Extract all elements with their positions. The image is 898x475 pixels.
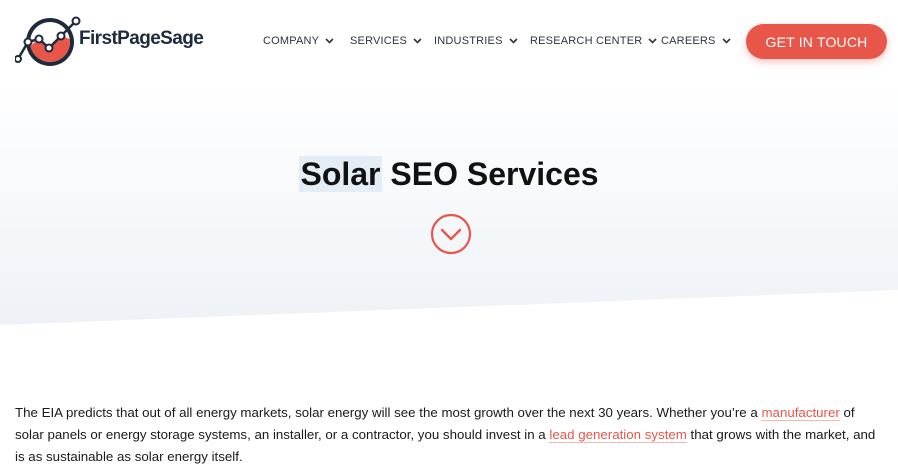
nav-item-label: RESEARCH CENTER: [530, 35, 643, 47]
chevron-circle-down-icon[interactable]: [430, 213, 472, 255]
chevron-down-icon: [325, 38, 334, 44]
site-header: FirstPageSage COMPANY SERVICES INDUSTRIE…: [0, 0, 898, 84]
nav-item-label: INDUSTRIES: [434, 35, 503, 47]
nav-item-careers[interactable]: CAREERS: [661, 35, 731, 47]
nav-item-label: SERVICES: [350, 35, 408, 47]
title-rest: SEO Services: [381, 156, 599, 192]
manufacturer-link[interactable]: manufacturer: [761, 405, 840, 421]
get-in-touch-button[interactable]: GET IN TOUCH: [746, 24, 887, 59]
page-title: Solar SEO Services: [0, 156, 898, 193]
nav-item-research-center[interactable]: RESEARCH CENTER: [530, 35, 657, 47]
nav-item-label: COMPANY: [263, 35, 320, 47]
nav-item-services[interactable]: SERVICES: [350, 35, 422, 47]
intro-text: The EIA predicts that out of all energy …: [15, 405, 762, 420]
hero-background: [0, 80, 898, 325]
nav-item-label: CAREERS: [661, 35, 716, 47]
lead-generation-link[interactable]: lead generation system: [549, 427, 687, 443]
intro-paragraph: The EIA predicts that out of all energy …: [15, 402, 887, 468]
nav-item-company[interactable]: COMPANY: [263, 35, 334, 47]
chevron-down-icon: [648, 38, 657, 44]
chevron-down-icon: [413, 38, 422, 44]
chevron-down-icon: [509, 38, 518, 44]
chevron-down-icon: [722, 38, 731, 44]
nav-item-industries[interactable]: INDUSTRIES: [434, 35, 518, 47]
title-highlight: Solar: [299, 156, 382, 192]
